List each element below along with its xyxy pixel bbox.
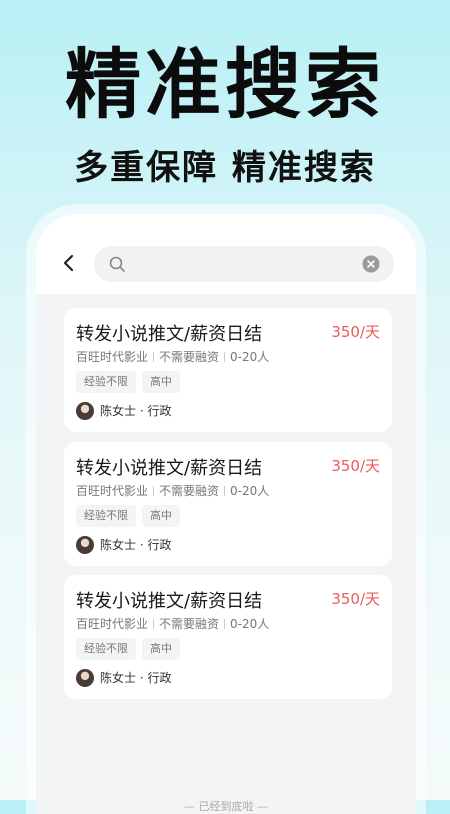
salary: 350/天	[331, 457, 380, 475]
company-size: 0-20人	[230, 350, 270, 364]
phone-frame: 转发小说推文/薪资日结 350/天 百旺时代影业 不需要融资 0-20人 经验不限高…	[36, 214, 416, 814]
recruiter-name: 陈女士 · 行政	[100, 404, 172, 418]
salary: 350/天	[331, 590, 380, 608]
clear-icon[interactable]	[362, 255, 380, 273]
job-card[interactable]: 转发小说推文/薪资日结 350/天 百旺时代影业 不需要融资 0-20人 经验不限高…	[64, 442, 392, 566]
company-size: 0-20人	[230, 617, 270, 631]
company-meta: 百旺时代影业 不需要融资 0-20人	[76, 348, 269, 365]
tag: 经验不限	[76, 371, 136, 393]
avatar	[76, 669, 94, 687]
hero-title: 精准搜索	[65, 40, 385, 129]
job-tags: 经验不限 高中	[76, 370, 186, 393]
job-list: 转发小说推文/薪资日结 350/天 百旺时代影业 不需要融资 0-20人 经验不限高…	[36, 294, 416, 814]
search-bar	[36, 214, 416, 294]
job-card[interactable]: 转发小说推文/薪资日结 350/天 百旺时代影业 不需要融资 0-20人 经验不限高…	[64, 575, 392, 699]
job-tags: 经验不限 高中	[76, 637, 186, 660]
job-tags: 经验不限 高中	[76, 504, 186, 527]
company-name: 百旺时代影业	[76, 484, 149, 498]
recruiter: 陈女士 · 行政	[76, 669, 171, 687]
tag: 经验不限	[76, 638, 136, 660]
avatar	[76, 536, 94, 554]
tag: 经验不限	[76, 505, 136, 527]
avatar	[76, 402, 94, 420]
company-name: 百旺时代影业	[76, 617, 149, 631]
company-size: 0-20人	[230, 484, 270, 498]
funding-stage: 不需要融资	[159, 350, 220, 364]
company-meta: 百旺时代影业 不需要融资 0-20人	[76, 482, 269, 499]
funding-stage: 不需要融资	[159, 617, 220, 631]
job-title: 转发小说推文/薪资日结	[76, 458, 263, 479]
list-end-note: — 已经到底啦 —	[184, 800, 268, 813]
company-meta: 百旺时代影业 不需要融资 0-20人	[76, 615, 269, 632]
job-title: 转发小说推文/薪资日结	[76, 324, 263, 345]
funding-stage: 不需要融资	[159, 484, 220, 498]
recruiter: 陈女士 · 行政	[76, 402, 171, 420]
job-title: 转发小说推文/薪资日结	[76, 591, 263, 612]
tag: 高中	[142, 505, 180, 527]
recruiter-name: 陈女士 · 行政	[100, 538, 172, 552]
company-name: 百旺时代影业	[76, 350, 149, 364]
tag: 高中	[142, 371, 180, 393]
search-icon	[109, 256, 125, 272]
salary: 350/天	[331, 323, 380, 341]
recruiter: 陈女士 · 行政	[76, 536, 171, 554]
tag: 高中	[142, 638, 180, 660]
hero-subtitle: 多重保障 精准搜索	[74, 148, 376, 188]
job-card[interactable]: 转发小说推文/薪资日结 350/天 百旺时代影业 不需要融资 0-20人 经验不限高…	[64, 308, 392, 432]
search-input[interactable]	[94, 246, 394, 282]
recruiter-name: 陈女士 · 行政	[100, 671, 172, 685]
chevron-left-icon[interactable]	[58, 252, 80, 274]
